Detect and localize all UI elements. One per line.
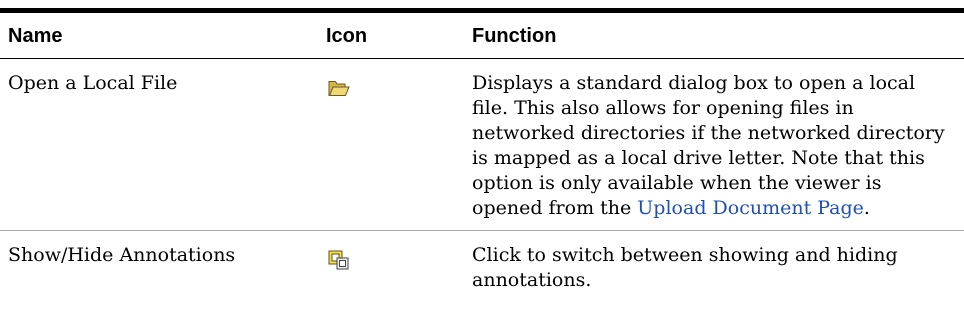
row-icon-cell [318, 231, 464, 303]
upload-document-page-link[interactable]: Upload Document Page [637, 197, 864, 219]
row-function: Displays a standard dialog box to open a… [464, 59, 964, 231]
header-name: Name [8, 25, 63, 47]
table-row: Open a Local File Displays a standard di… [0, 59, 964, 231]
function-table: Name Icon Function Open a Local File Dis… [0, 8, 964, 302]
folder-open-icon [328, 78, 350, 98]
header-function: Function [472, 25, 557, 47]
row-icon-cell [318, 59, 464, 231]
show-hide-annotations-icon [328, 250, 350, 270]
table-header-row: Name Icon Function [0, 10, 964, 59]
table-row: Show/Hide Annotations Click to switch be… [0, 231, 964, 303]
row-function: Click to switch between showing and hidi… [464, 231, 964, 303]
row-function-text: Click to switch between showing and hidi… [472, 244, 898, 291]
row-name: Open a Local File [8, 72, 178, 94]
row-name: Show/Hide Annotations [8, 244, 236, 266]
row-function-tail: . [863, 197, 870, 219]
header-icon: Icon [326, 25, 368, 47]
